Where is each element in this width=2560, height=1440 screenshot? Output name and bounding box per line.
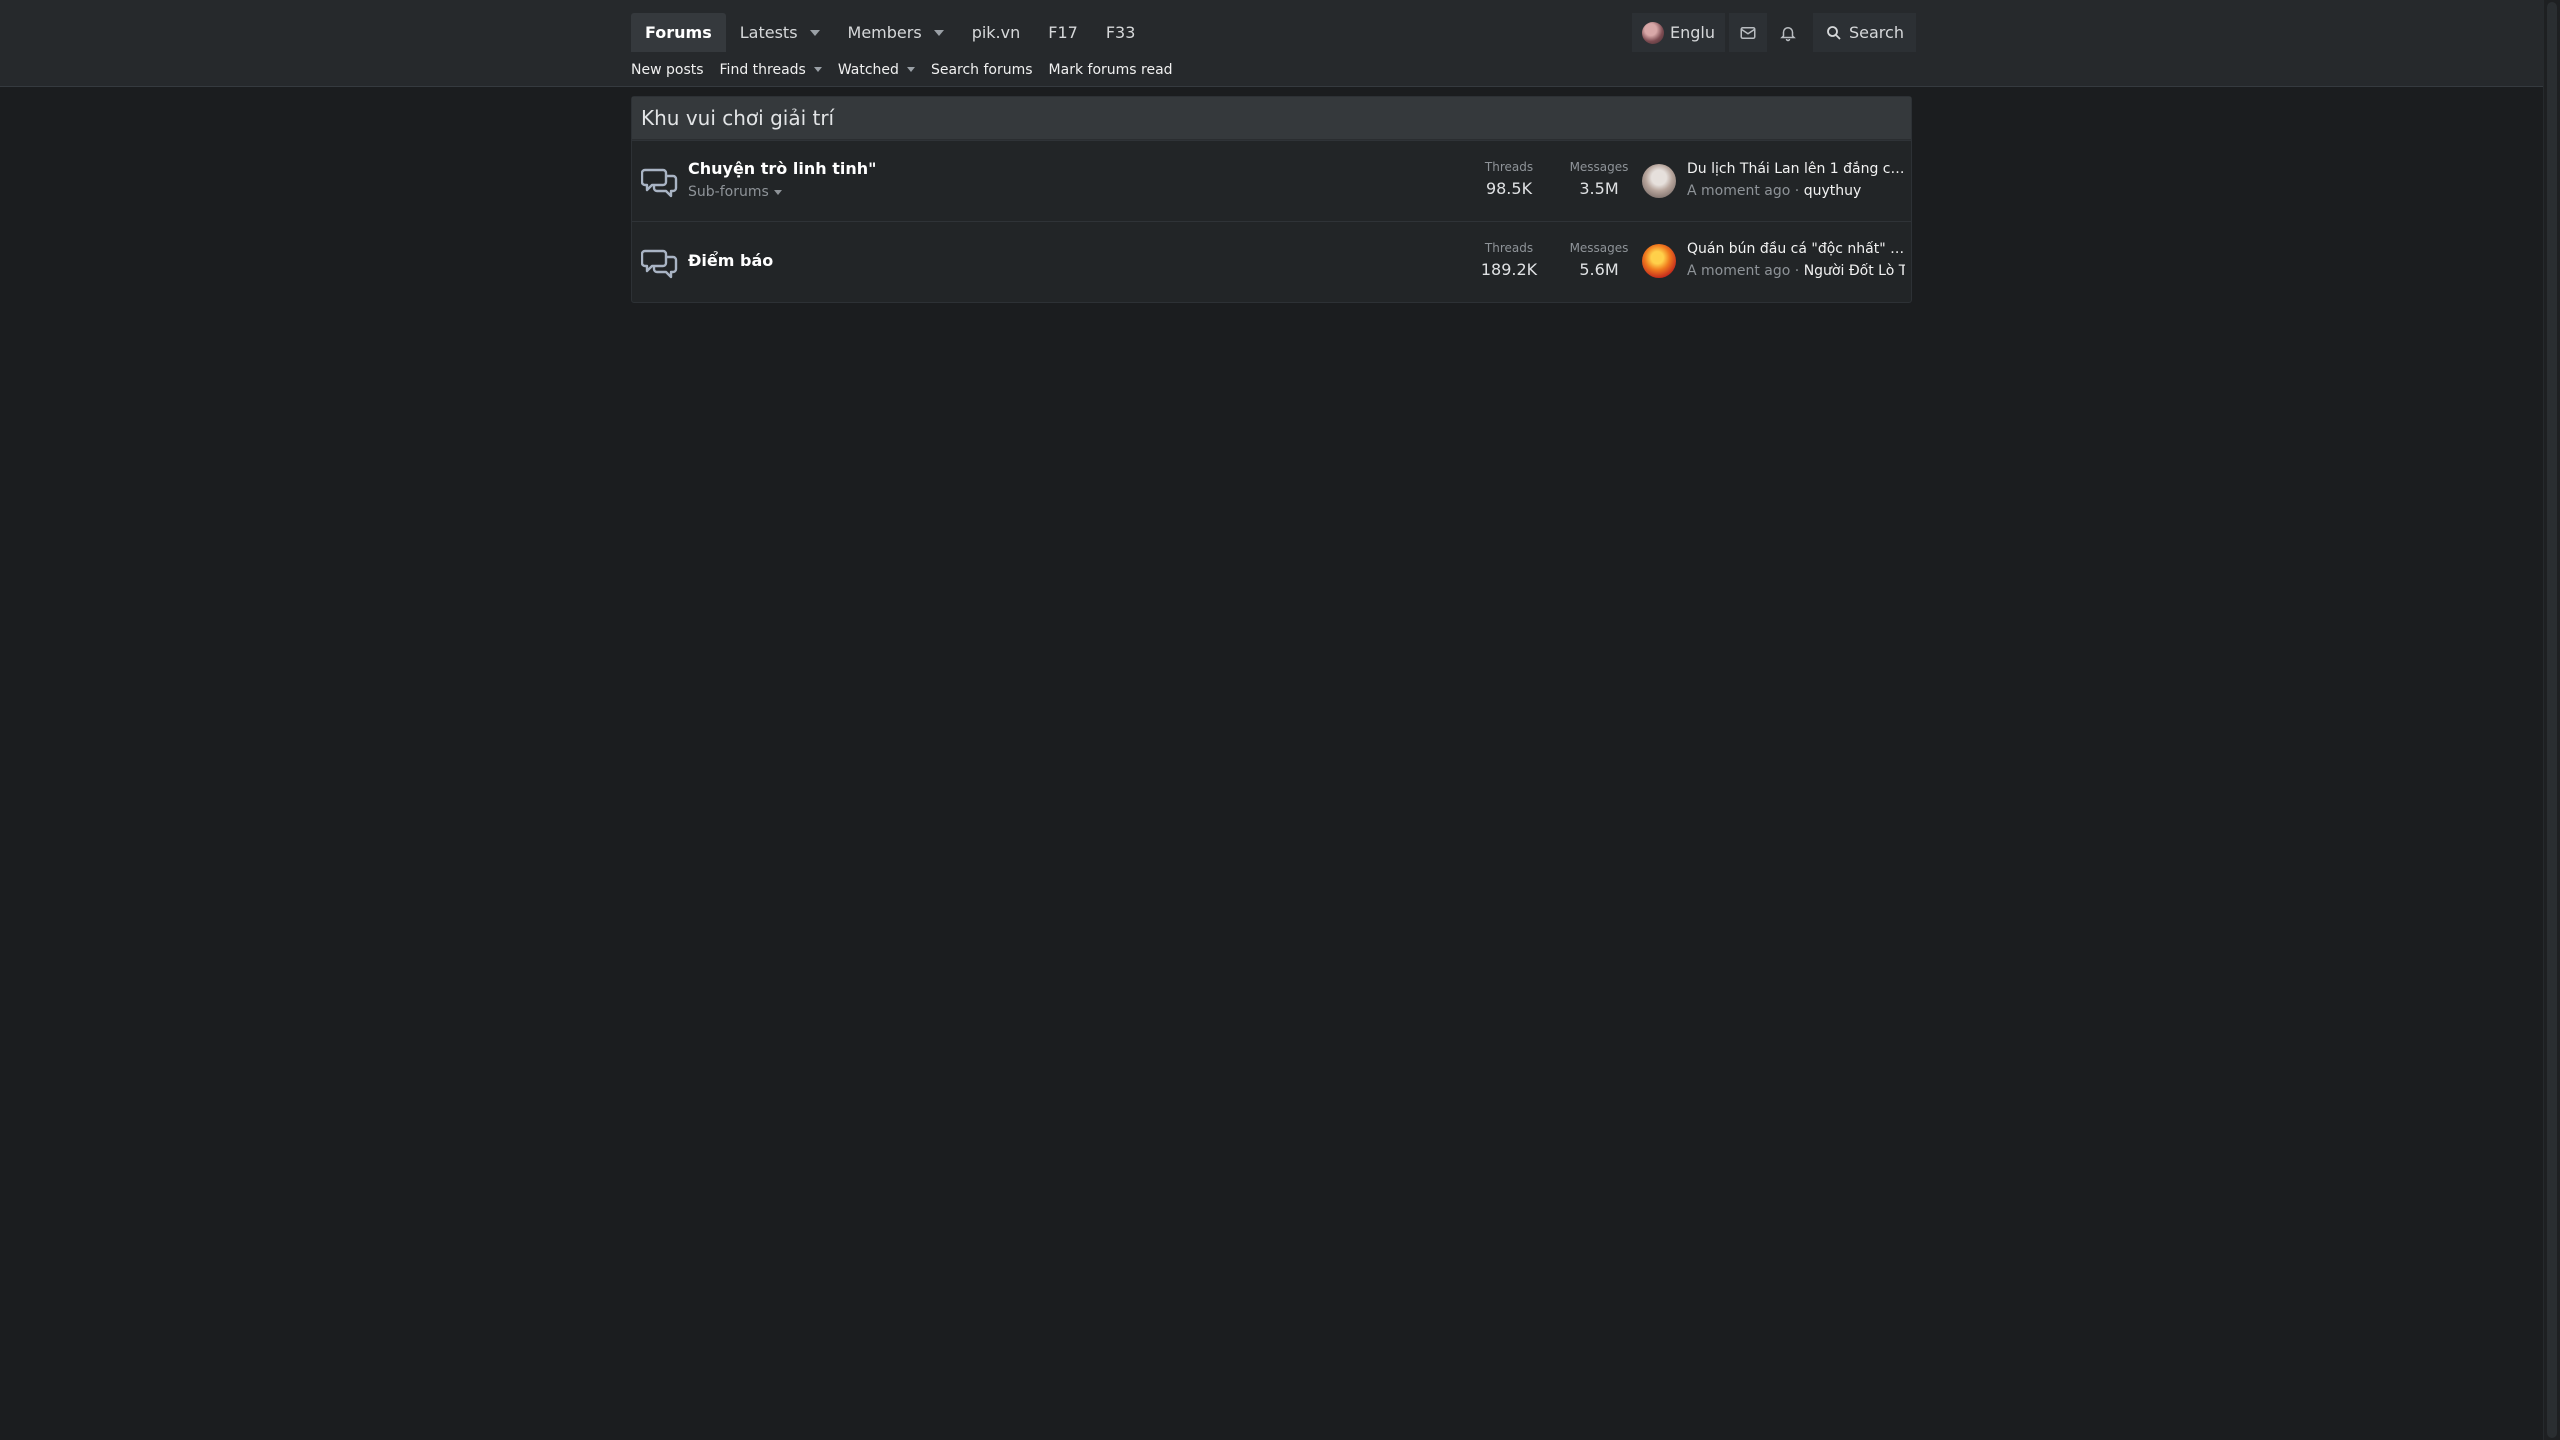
bell-icon xyxy=(1780,26,1796,41)
threads-count: 189.2K xyxy=(1480,260,1538,279)
forum-title[interactable]: Điểm báo xyxy=(688,251,773,270)
search-forums-label: Search forums xyxy=(930,61,1033,78)
last-post-text: Quán bún đầu cá "độc nhất" Hà Nội A mome… xyxy=(1687,241,1905,279)
chevron-down-icon xyxy=(773,189,782,195)
threads-label: Threads xyxy=(1484,160,1534,174)
tab-forums[interactable]: Forums xyxy=(631,13,726,52)
alerts-button[interactable] xyxy=(1767,13,1809,52)
tab-pikvn-label: pik.vn xyxy=(971,23,1021,42)
subforums-toggle[interactable]: Sub-forums xyxy=(688,184,876,200)
tab-pikvn[interactable]: pik.vn xyxy=(958,13,1035,52)
category-header[interactable]: Khu vui chơi giải trí xyxy=(632,97,1911,140)
tab-f33[interactable]: F33 xyxy=(1092,13,1150,52)
messages-count: 3.5M xyxy=(1579,179,1619,198)
subforums-label: Sub-forums xyxy=(688,184,769,200)
forum-title[interactable]: Chuyện trò linh tinh" xyxy=(688,159,876,178)
chevron-down-icon[interactable] xyxy=(906,67,915,72)
watched-label: Watched xyxy=(837,61,899,78)
tab-forums-label: Forums xyxy=(645,23,712,42)
mark-forums-read-link[interactable]: Mark forums read xyxy=(1049,62,1173,78)
chevron-down-icon[interactable] xyxy=(813,67,822,72)
messages-count: 5.6M xyxy=(1579,260,1619,279)
tab-members-label: Members xyxy=(847,23,922,42)
meta-separator: · xyxy=(1794,263,1800,279)
account-button[interactable]: Englu xyxy=(1632,13,1725,52)
tab-f17-label: F17 xyxy=(1048,23,1078,42)
avatar[interactable] xyxy=(1642,244,1676,278)
forum-node: Điểm báo Threads 189.2K Messages 5.6M Qu… xyxy=(632,221,1911,302)
threads-stat: Threads 98.5K xyxy=(1479,160,1539,198)
tab-f33-label: F33 xyxy=(1105,23,1136,42)
search-label: Search xyxy=(1849,23,1904,42)
last-post-title[interactable]: Du lịch Thái Lan lên 1 đẳng cấp mới xyxy=(1687,161,1905,177)
search-icon xyxy=(1827,25,1841,40)
last-post-time[interactable]: A moment ago xyxy=(1687,263,1790,279)
chevron-down-icon[interactable] xyxy=(933,29,944,36)
watched-link[interactable]: Watched xyxy=(838,62,915,78)
last-post-title[interactable]: Quán bún đầu cá "độc nhất" Hà Nội xyxy=(1687,241,1905,257)
messages-stat: Messages 5.6M xyxy=(1567,241,1631,279)
chat-bubbles-icon xyxy=(641,249,678,279)
threads-stat: Threads 189.2K xyxy=(1473,241,1545,279)
category-block: Khu vui chơi giải trí Chuyện trò linh ti… xyxy=(631,96,1912,303)
threads-label: Threads xyxy=(1484,241,1534,255)
scrollbar-thumb[interactable] xyxy=(2547,2,2557,1438)
messages-stat: Messages 3.5M xyxy=(1567,160,1631,198)
find-threads-link[interactable]: Find threads xyxy=(720,62,822,78)
main-nav: Forums Latests Members pik.vn F17 F33 xyxy=(631,13,1149,52)
avatar xyxy=(1642,21,1664,44)
last-post-meta: A moment ago · quythuy xyxy=(1687,183,1905,199)
envelope-icon xyxy=(1740,26,1756,39)
account-name: Englu xyxy=(1670,23,1715,42)
threads-count: 98.5K xyxy=(1485,179,1533,198)
forum-main: Chuyện trò linh tinh" Sub-forums xyxy=(688,159,876,200)
mark-forums-read-label: Mark forums read xyxy=(1048,61,1173,78)
last-post-user[interactable]: quythuy xyxy=(1804,183,1862,199)
user-area: Englu Search xyxy=(1632,13,1916,52)
forum-main: Điểm báo xyxy=(688,251,773,270)
tab-members[interactable]: Members xyxy=(834,13,958,52)
search-button[interactable]: Search xyxy=(1813,13,1916,52)
last-post: Du lịch Thái Lan lên 1 đẳng cấp mới A mo… xyxy=(1642,161,1910,201)
page: Forums Latests Members pik.vn F17 F33 En… xyxy=(0,0,2560,1440)
category-title: Khu vui chơi giải trí xyxy=(641,106,835,130)
last-post-meta: A moment ago · Người Đốt Lò Tôn xyxy=(1687,263,1905,279)
find-threads-label: Find threads xyxy=(719,61,806,78)
inbox-button[interactable] xyxy=(1729,13,1767,52)
sub-nav: New posts Find threads Watched Search fo… xyxy=(631,52,1189,87)
messages-label: Messages xyxy=(1569,160,1629,174)
sub-nav-bar xyxy=(0,52,2543,87)
search-forums-link[interactable]: Search forums xyxy=(931,62,1033,78)
chat-bubbles-icon xyxy=(641,168,678,198)
scrollbar[interactable] xyxy=(2543,0,2560,1440)
messages-label: Messages xyxy=(1569,241,1629,255)
header-bar xyxy=(0,0,2543,52)
chevron-down-icon[interactable] xyxy=(809,29,820,36)
tab-latests-label: Latests xyxy=(739,23,798,42)
tab-f17[interactable]: F17 xyxy=(1034,13,1092,52)
last-post-user[interactable]: Người Đốt Lò Tôn xyxy=(1804,263,1905,279)
meta-separator: · xyxy=(1794,183,1800,199)
tab-latests[interactable]: Latests xyxy=(726,13,834,52)
new-posts-label: New posts xyxy=(631,61,704,78)
last-post: Quán bún đầu cá "độc nhất" Hà Nội A mome… xyxy=(1642,241,1910,281)
last-post-time[interactable]: A moment ago xyxy=(1687,183,1790,199)
avatar[interactable] xyxy=(1642,164,1676,198)
new-posts-link[interactable]: New posts xyxy=(631,62,704,78)
forum-node: Chuyện trò linh tinh" Sub-forums Threads… xyxy=(632,140,1911,221)
last-post-text: Du lịch Thái Lan lên 1 đẳng cấp mới A mo… xyxy=(1687,161,1905,199)
